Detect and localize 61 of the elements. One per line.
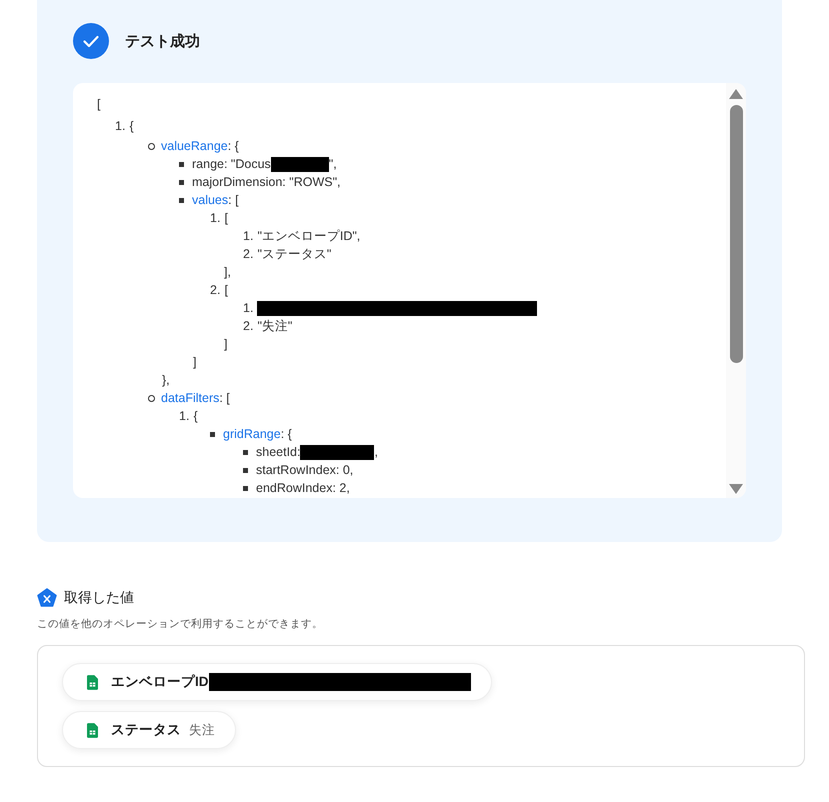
code-text: ", — [328, 156, 337, 173]
code-text: "ステータス" — [257, 246, 332, 263]
code-text: { — [129, 118, 134, 135]
redaction-bar — [270, 156, 329, 172]
code-text: ] — [193, 354, 196, 371]
code-text: sheetId: — [256, 444, 300, 461]
code-key: dataFilters — [161, 389, 220, 407]
scrollbar[interactable] — [726, 83, 746, 498]
square-bullet-icon — [243, 486, 248, 490]
circle-bullet-icon — [148, 394, 155, 402]
section-description: この値を他のオペレーションで利用することができます。 — [37, 617, 324, 631]
list-number: 1. — [210, 210, 220, 227]
code-text: [ — [224, 210, 228, 227]
list-number: 1. — [115, 118, 126, 135]
code-key: valueRange — [161, 137, 228, 155]
code-text: [ — [224, 282, 228, 299]
code-text: majorDimension: "ROWS", — [192, 174, 340, 191]
list-number: 1. — [179, 408, 190, 425]
code-text: "エンベロープID", — [257, 228, 360, 245]
square-bullet-icon — [243, 450, 248, 454]
value-text: 失注 — [189, 722, 215, 738]
code-text: [ — [97, 96, 100, 113]
code-text: : [ — [219, 390, 230, 407]
code-text: : [ — [228, 192, 239, 209]
result-title: テスト成功 — [125, 32, 200, 50]
section-title: 取得した値 — [64, 589, 134, 607]
variable-icon — [37, 588, 57, 608]
code-key: gridRange — [223, 425, 281, 443]
code-key: values — [192, 191, 228, 209]
list-number: 2. — [243, 246, 254, 263]
list-number: 2. — [210, 282, 220, 299]
list-number: 2. — [243, 318, 254, 335]
code-text: : { — [228, 138, 239, 155]
value-chip[interactable]: エンベロープID — [62, 663, 492, 701]
code-text: : { — [280, 426, 292, 443]
code-text: endRowIndex: 2, — [256, 480, 350, 497]
value-chip[interactable]: ステータス 失注 — [62, 711, 236, 749]
square-bullet-icon — [179, 162, 184, 166]
value-label: ステータス — [111, 721, 181, 739]
circle-bullet-icon — [148, 142, 155, 150]
scroll-thumb[interactable] — [730, 105, 742, 363]
code-text: startRowIndex: 0, — [256, 462, 354, 479]
square-bullet-icon — [179, 198, 184, 202]
code-text: ], — [224, 264, 231, 281]
list-number: 1. — [243, 228, 254, 245]
code-text: { — [193, 408, 198, 425]
code-text: "失注" — [257, 318, 292, 335]
value-label: エンベロープID — [111, 673, 208, 691]
check-icon — [73, 23, 109, 59]
square-bullet-icon — [210, 432, 215, 436]
code-text: , — [374, 444, 378, 461]
square-bullet-icon — [179, 180, 184, 184]
code-text: ] — [224, 336, 228, 353]
list-number: 1. — [243, 300, 254, 317]
square-bullet-icon — [243, 468, 248, 472]
scroll-down-icon[interactable] — [729, 484, 743, 494]
code-text: }, — [162, 372, 170, 389]
spreadsheet-icon — [87, 722, 98, 738]
scroll-up-icon[interactable] — [729, 89, 743, 99]
spreadsheet-icon — [87, 674, 98, 690]
code-text: range: "Docus — [192, 156, 271, 173]
